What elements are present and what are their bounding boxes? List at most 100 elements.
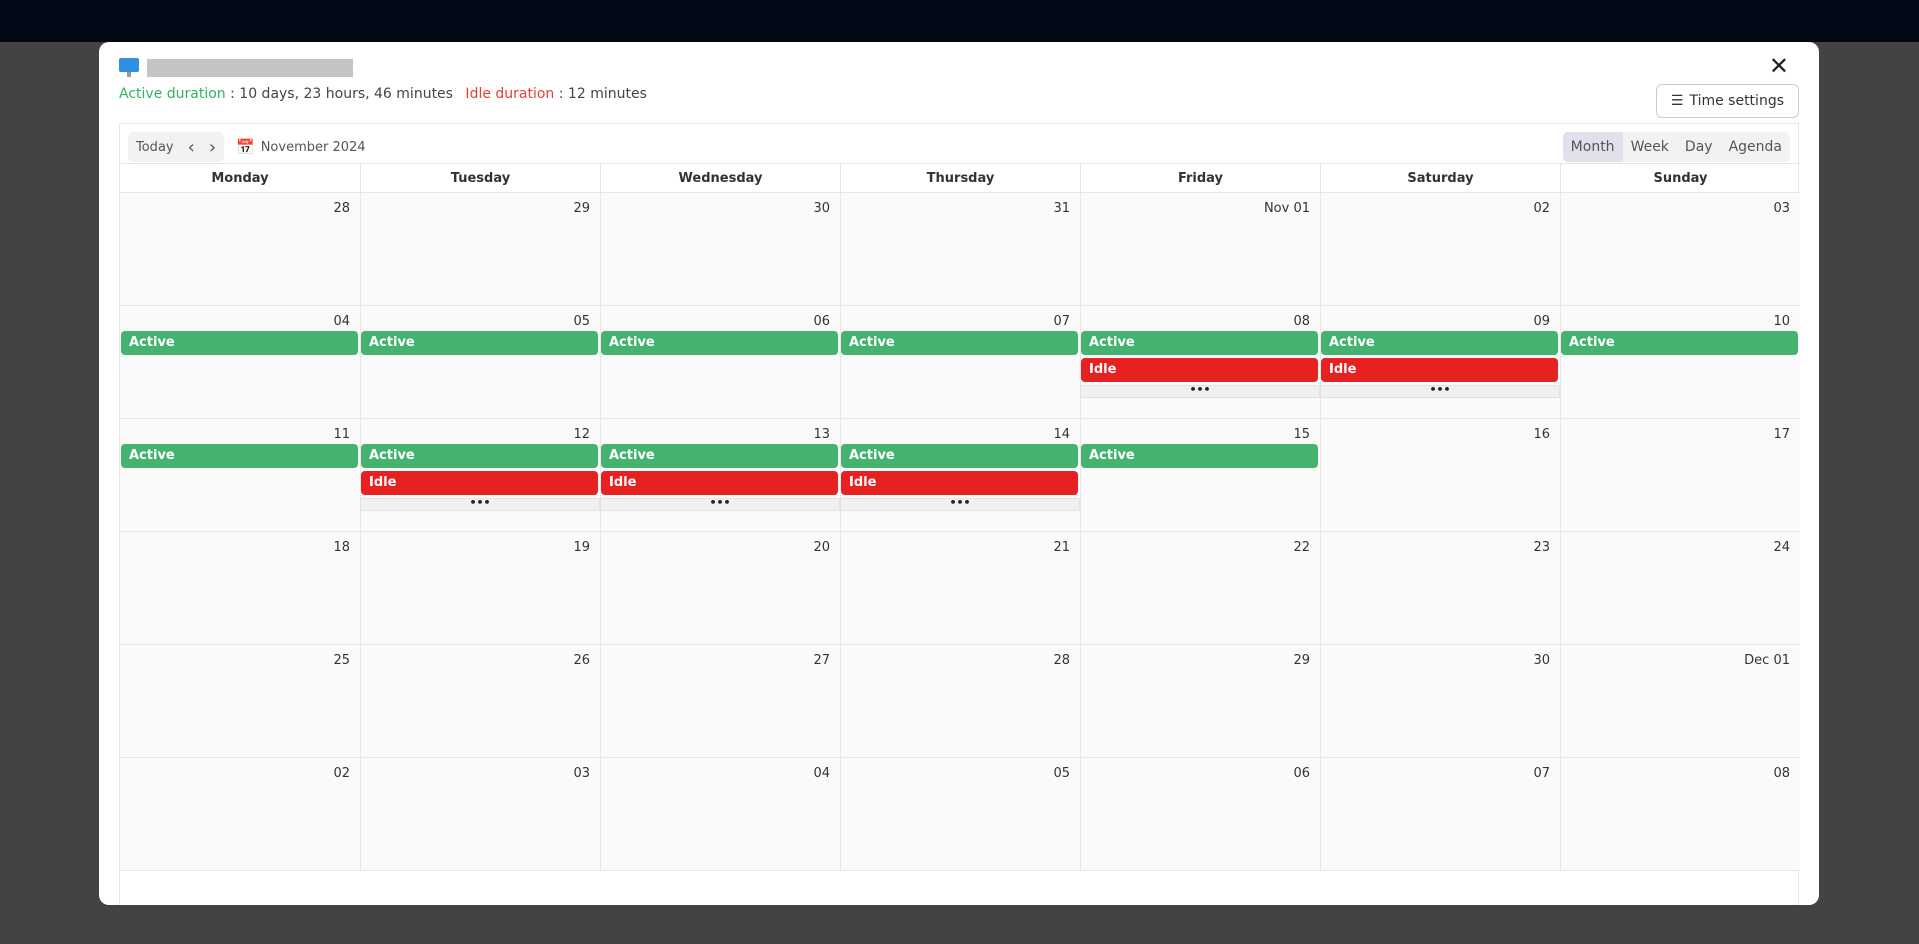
day-number[interactable]: 09 — [1533, 314, 1550, 329]
day-number[interactable]: 07 — [1533, 766, 1550, 781]
day-number[interactable]: 23 — [1533, 540, 1550, 555]
day-cell[interactable]: 21 — [840, 532, 1080, 644]
day-cell[interactable]: 03 — [360, 758, 600, 870]
idle-event[interactable]: Idle — [601, 471, 838, 495]
day-number[interactable]: 10 — [1773, 314, 1790, 329]
active-event[interactable]: Active — [1321, 331, 1558, 355]
day-number[interactable]: 30 — [1533, 653, 1550, 668]
more-events-button[interactable]: ••• — [360, 497, 600, 511]
day-cell[interactable]: 04 — [120, 306, 360, 418]
day-number[interactable]: 25 — [333, 653, 350, 668]
day-number[interactable]: 28 — [1053, 653, 1070, 668]
view-day[interactable]: Day — [1677, 132, 1721, 162]
day-number[interactable]: 02 — [333, 766, 350, 781]
day-cell[interactable]: 20 — [600, 532, 840, 644]
day-number[interactable]: 06 — [813, 314, 830, 329]
day-cell[interactable]: 10 — [1560, 306, 1800, 418]
next-icon[interactable]: › — [209, 137, 216, 158]
day-cell[interactable]: 24 — [1560, 532, 1800, 644]
day-cell[interactable]: 05 — [360, 306, 600, 418]
day-cell[interactable]: 05 — [840, 758, 1080, 870]
day-number[interactable]: Nov 01 — [1264, 201, 1310, 216]
day-cell[interactable]: 18 — [120, 532, 360, 644]
day-number[interactable]: 08 — [1293, 314, 1310, 329]
day-cell[interactable]: 02 — [1320, 193, 1560, 305]
view-week[interactable]: Week — [1623, 132, 1677, 162]
day-cell[interactable]: 31 — [840, 193, 1080, 305]
more-events-button[interactable]: ••• — [840, 497, 1080, 511]
day-number[interactable]: 18 — [333, 540, 350, 555]
day-cell[interactable]: 22 — [1080, 532, 1320, 644]
day-cell[interactable]: 03 — [1560, 193, 1800, 305]
day-cell[interactable]: 30 — [600, 193, 840, 305]
day-number[interactable]: 30 — [813, 201, 830, 216]
day-number[interactable]: 13 — [813, 427, 830, 442]
active-event[interactable]: Active — [361, 444, 598, 468]
more-events-button[interactable]: ••• — [1080, 384, 1320, 398]
day-number[interactable]: 05 — [573, 314, 590, 329]
day-cell[interactable]: 08 — [1560, 758, 1800, 870]
idle-event[interactable]: Idle — [1321, 358, 1558, 382]
view-agenda[interactable]: Agenda — [1721, 132, 1790, 162]
close-icon[interactable]: ✕ — [1769, 52, 1789, 80]
prev-icon[interactable]: ‹ — [188, 137, 195, 158]
day-number[interactable]: 21 — [1053, 540, 1070, 555]
day-cell[interactable]: 19 — [360, 532, 600, 644]
day-cell[interactable]: 23 — [1320, 532, 1560, 644]
day-number[interactable]: 04 — [333, 314, 350, 329]
day-number[interactable]: 07 — [1053, 314, 1070, 329]
day-number[interactable]: 16 — [1533, 427, 1550, 442]
day-cell[interactable]: 28 — [120, 193, 360, 305]
active-event[interactable]: Active — [601, 444, 838, 468]
day-cell[interactable]: Nov 01 — [1080, 193, 1320, 305]
day-number[interactable]: 22 — [1293, 540, 1310, 555]
day-cell[interactable]: 06 — [600, 306, 840, 418]
active-event[interactable]: Active — [361, 331, 598, 355]
day-cell[interactable]: 04 — [600, 758, 840, 870]
day-number[interactable]: 24 — [1773, 540, 1790, 555]
day-cell[interactable]: 27 — [600, 645, 840, 757]
today-button[interactable]: Today — [136, 140, 174, 155]
day-cell[interactable]: 16 — [1320, 419, 1560, 531]
active-event[interactable]: Active — [841, 444, 1078, 468]
day-number[interactable]: 03 — [573, 766, 590, 781]
day-number[interactable]: 29 — [573, 201, 590, 216]
day-cell[interactable]: 29 — [360, 193, 600, 305]
more-events-button[interactable]: ••• — [600, 497, 840, 511]
day-number[interactable]: 04 — [813, 766, 830, 781]
active-event[interactable]: Active — [601, 331, 838, 355]
day-number[interactable]: 20 — [813, 540, 830, 555]
idle-event[interactable]: Idle — [1081, 358, 1318, 382]
active-event[interactable]: Active — [1561, 331, 1798, 355]
day-number[interactable]: 31 — [1053, 201, 1070, 216]
time-settings-button[interactable]: ☰ Time settings — [1655, 84, 1799, 118]
day-number[interactable]: 28 — [333, 201, 350, 216]
day-cell[interactable]: Dec 01 — [1560, 645, 1800, 757]
day-number[interactable]: 29 — [1293, 653, 1310, 668]
day-cell[interactable]: 06 — [1080, 758, 1320, 870]
day-number[interactable]: 19 — [573, 540, 590, 555]
active-event[interactable]: Active — [1081, 444, 1318, 468]
more-events-button[interactable]: ••• — [1320, 384, 1560, 398]
day-number[interactable]: 15 — [1293, 427, 1310, 442]
day-cell[interactable]: 30 — [1320, 645, 1560, 757]
day-number[interactable]: Dec 01 — [1744, 653, 1790, 668]
day-cell[interactable]: 26 — [360, 645, 600, 757]
day-number[interactable]: 27 — [813, 653, 830, 668]
idle-event[interactable]: Idle — [841, 471, 1078, 495]
idle-event[interactable]: Idle — [361, 471, 598, 495]
active-event[interactable]: Active — [1081, 331, 1318, 355]
day-number[interactable]: 17 — [1773, 427, 1790, 442]
day-cell[interactable]: 17 — [1560, 419, 1800, 531]
day-number[interactable]: 26 — [573, 653, 590, 668]
day-number[interactable]: 03 — [1773, 201, 1790, 216]
day-number[interactable]: 14 — [1053, 427, 1070, 442]
view-month[interactable]: Month — [1562, 132, 1623, 162]
day-cell[interactable]: 07 — [1320, 758, 1560, 870]
active-event[interactable]: Active — [121, 444, 358, 468]
day-cell[interactable]: 02 — [120, 758, 360, 870]
active-event[interactable]: Active — [121, 331, 358, 355]
day-number[interactable]: 06 — [1293, 766, 1310, 781]
day-cell[interactable]: 15 — [1080, 419, 1320, 531]
day-cell[interactable]: 11 — [120, 419, 360, 531]
